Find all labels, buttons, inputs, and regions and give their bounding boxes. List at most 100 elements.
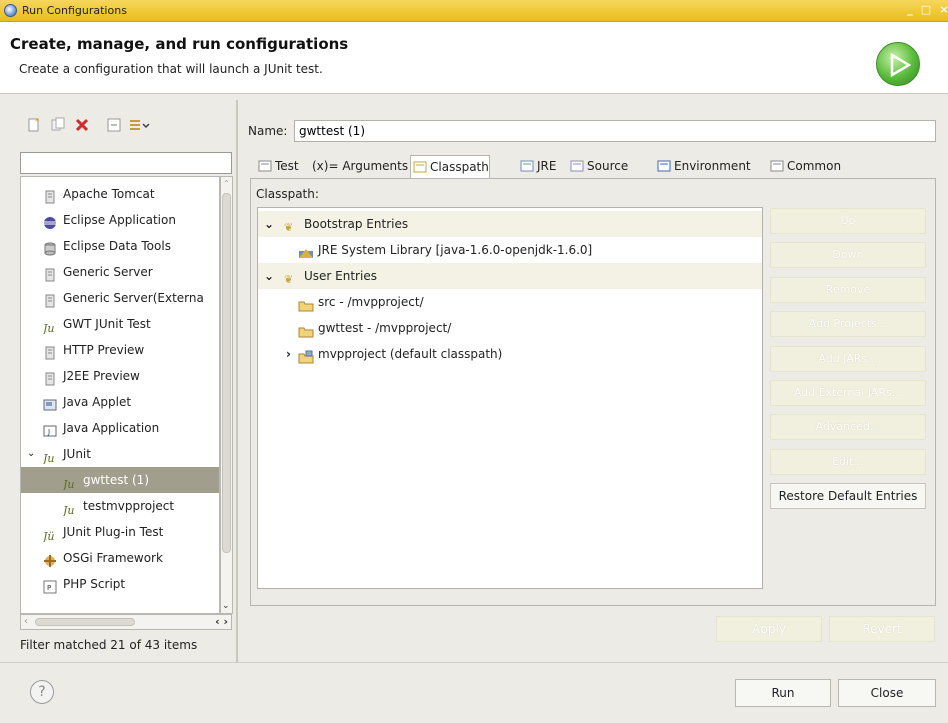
remove-button[interactable]: Remove bbox=[770, 277, 926, 303]
duplicate-icon[interactable] bbox=[50, 117, 66, 133]
classpath-entry[interactable]: ⌄ ❦ User Entries bbox=[258, 263, 762, 289]
scroll-right-icon[interactable]: ‹ › bbox=[215, 615, 228, 628]
tree-item[interactable]: Ju testmvpproject bbox=[21, 493, 219, 519]
svg-text:❦: ❦ bbox=[284, 273, 293, 286]
tree-vertical-scrollbar[interactable]: ⌃ ⌄ bbox=[220, 176, 233, 614]
tab-classpath[interactable]: Classpath bbox=[410, 155, 490, 180]
tree-item[interactable]: Eclipse Data Tools bbox=[21, 233, 219, 259]
svg-text:J: J bbox=[47, 428, 50, 436]
tree-item[interactable]: Eclipse Application bbox=[21, 207, 219, 233]
classpath-entry[interactable]: ⌄ ❦ Bootstrap Entries bbox=[258, 211, 762, 237]
expand-chevron-icon[interactable]: › bbox=[286, 341, 291, 367]
close-window-button[interactable]: × bbox=[936, 3, 948, 18]
up-button[interactable]: Up bbox=[770, 208, 926, 234]
run-icon bbox=[876, 42, 920, 86]
folder-icon bbox=[298, 321, 314, 338]
tree-item[interactable]: OSGi Framework bbox=[21, 545, 219, 571]
source-icon bbox=[570, 157, 584, 172]
scroll-up-icon[interactable]: ⌃ bbox=[223, 179, 230, 188]
tab-x-arguments[interactable]: (x)= Arguments bbox=[310, 155, 408, 179]
classpath-icon bbox=[413, 158, 427, 173]
help-button[interactable]: ? bbox=[30, 680, 54, 704]
classpath-tree[interactable]: ⌄ ❦ Bootstrap Entries JRE System Library [j… bbox=[257, 207, 763, 589]
tree-horizontal-scrollbar[interactable]: ‹ ‹ › bbox=[20, 614, 232, 630]
scroll-left-icon[interactable]: ‹ bbox=[24, 616, 28, 627]
minimize-button[interactable]: _ bbox=[902, 3, 918, 18]
filter-icon[interactable] bbox=[128, 117, 150, 133]
svg-text:*: * bbox=[35, 117, 39, 126]
tree-item[interactable]: ⌄ Ju JUnit bbox=[21, 441, 219, 467]
tab-source[interactable]: Source bbox=[568, 155, 628, 179]
tree-item[interactable]: Ju GWT JUnit Test bbox=[21, 311, 219, 337]
tab-test[interactable]: Test bbox=[256, 155, 299, 179]
down-button[interactable]: Down bbox=[770, 242, 926, 268]
tab-common[interactable]: Common bbox=[768, 155, 841, 179]
tree-item[interactable]: Generic Server bbox=[21, 259, 219, 285]
maximize-button[interactable]: □ bbox=[918, 3, 934, 18]
applet-icon bbox=[43, 395, 57, 411]
tab-jre[interactable]: JRE bbox=[518, 155, 556, 179]
scroll-thumb[interactable] bbox=[222, 193, 231, 553]
scroll-thumb-horizontal[interactable] bbox=[35, 618, 135, 626]
svg-text:Jü: Jü bbox=[43, 530, 55, 542]
expand-chevron-icon[interactable]: ⌄ bbox=[27, 441, 35, 467]
tree-item-label: JUnit Plug-in Test bbox=[63, 525, 164, 539]
revert-button[interactable]: Revert bbox=[829, 616, 935, 642]
panel-sash[interactable] bbox=[236, 100, 238, 662]
tree-item[interactable]: Java Applet bbox=[21, 389, 219, 415]
dialog-title: Create, manage, and run configurations bbox=[10, 35, 349, 53]
footer-divider bbox=[0, 662, 948, 663]
classpath-entry[interactable]: src - /mvpproject/ bbox=[258, 289, 762, 315]
tree-item-label: Generic Server bbox=[63, 265, 153, 279]
server-icon bbox=[43, 265, 57, 282]
svg-text:Ju: Ju bbox=[43, 322, 55, 334]
collapse-chevron-icon[interactable]: ⌄ bbox=[264, 211, 274, 237]
add-external-jars-button[interactable]: Add External JARs... bbox=[770, 380, 926, 406]
collapse-chevron-icon[interactable]: ⌄ bbox=[264, 263, 274, 289]
dialog-header: Create, manage, and run configurations C… bbox=[0, 22, 948, 94]
collapse-all-icon[interactable] bbox=[106, 117, 122, 133]
scroll-down-icon[interactable]: ⌄ bbox=[222, 601, 230, 611]
app-icon bbox=[4, 4, 17, 17]
add-jars-button[interactable]: Add JARs... bbox=[770, 346, 926, 372]
apply-button[interactable]: Apply bbox=[716, 616, 822, 642]
launch-config-tree[interactable]: Apache Tomcat Eclipse Application Eclipse … bbox=[20, 176, 220, 614]
delete-icon[interactable] bbox=[74, 117, 90, 133]
tree-item-label: Eclipse Data Tools bbox=[63, 239, 171, 253]
filter-input[interactable] bbox=[20, 152, 232, 174]
launch-config-panel: * Apache Tomcat Eclipse Application Eclips… bbox=[10, 104, 233, 664]
common-icon bbox=[770, 157, 784, 172]
tree-item[interactable]: P PHP Script bbox=[21, 571, 219, 597]
window-titlebar[interactable]: Run Configurations _ □ × bbox=[0, 0, 948, 22]
classpath-label: Classpath: bbox=[256, 187, 319, 201]
config-name-input[interactable] bbox=[294, 120, 936, 142]
tree-item[interactable]: Jü JUnit Plug-in Test bbox=[21, 519, 219, 545]
tree-item[interactable]: J2EE Preview bbox=[21, 363, 219, 389]
restore-default-entries-button[interactable]: Restore Default Entries bbox=[770, 483, 926, 509]
edit-button[interactable]: Edit... bbox=[770, 449, 926, 475]
tab-label: (x)= Arguments bbox=[312, 159, 409, 173]
server-icon bbox=[43, 291, 57, 308]
run-button[interactable]: Run bbox=[735, 679, 831, 707]
classpath-entry[interactable]: gwttest - /mvpproject/ bbox=[258, 315, 762, 341]
tree-item[interactable]: Ju gwttest (1) bbox=[21, 467, 219, 493]
tree-item[interactable]: Generic Server(Externa bbox=[21, 285, 219, 311]
tab-label: Test bbox=[275, 159, 299, 173]
new-launch-config-icon[interactable]: * bbox=[26, 117, 42, 133]
tree-item[interactable]: J Java Application bbox=[21, 415, 219, 441]
tree-item-label: Generic Server(Externa bbox=[63, 291, 204, 305]
close-button[interactable]: Close bbox=[838, 679, 936, 707]
folder-icon bbox=[298, 295, 314, 312]
svg-text:P: P bbox=[47, 584, 51, 592]
tree-item[interactable]: Apache Tomcat bbox=[21, 181, 219, 207]
advanced-button[interactable]: Advanced... bbox=[770, 414, 926, 440]
classpath-entry[interactable]: JRE System Library [java-1.6.0-openjdk-1… bbox=[258, 237, 762, 263]
classpath-entry[interactable]: › mvpproject (default classpath) bbox=[258, 341, 762, 367]
tab-environment[interactable]: Environment bbox=[655, 155, 751, 179]
tree-item-label: PHP Script bbox=[63, 577, 126, 591]
name-label: Name: bbox=[248, 124, 288, 138]
add-projects-button[interactable]: Add Projects... bbox=[770, 311, 926, 337]
tree-item[interactable]: HTTP Preview bbox=[21, 337, 219, 363]
library-icon bbox=[298, 243, 314, 258]
tab-label: Environment bbox=[674, 159, 751, 173]
